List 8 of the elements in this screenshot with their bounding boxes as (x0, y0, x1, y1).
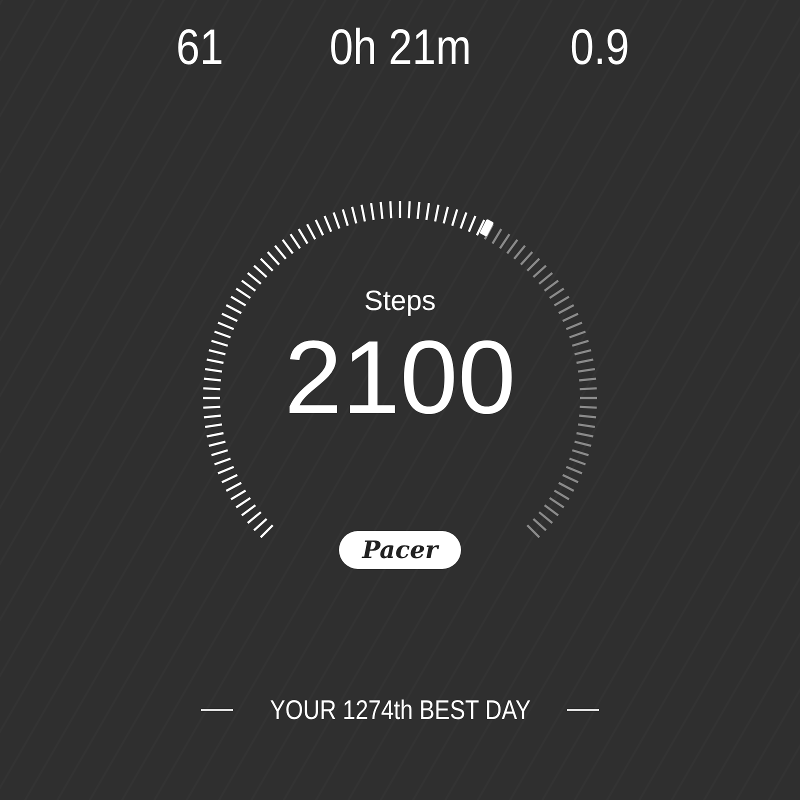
best-day-text: YOUR 1274th BEST DAY (270, 694, 530, 727)
steps-label: Steps (364, 284, 436, 318)
stat-value: 0h 21m (329, 22, 471, 72)
logo-badge: Pacer (339, 531, 461, 569)
stat-value: 61 (176, 22, 224, 72)
steps-count: 2100 (284, 326, 516, 430)
stat-value: 0.9 (570, 22, 630, 72)
gauge-marker (480, 218, 494, 237)
